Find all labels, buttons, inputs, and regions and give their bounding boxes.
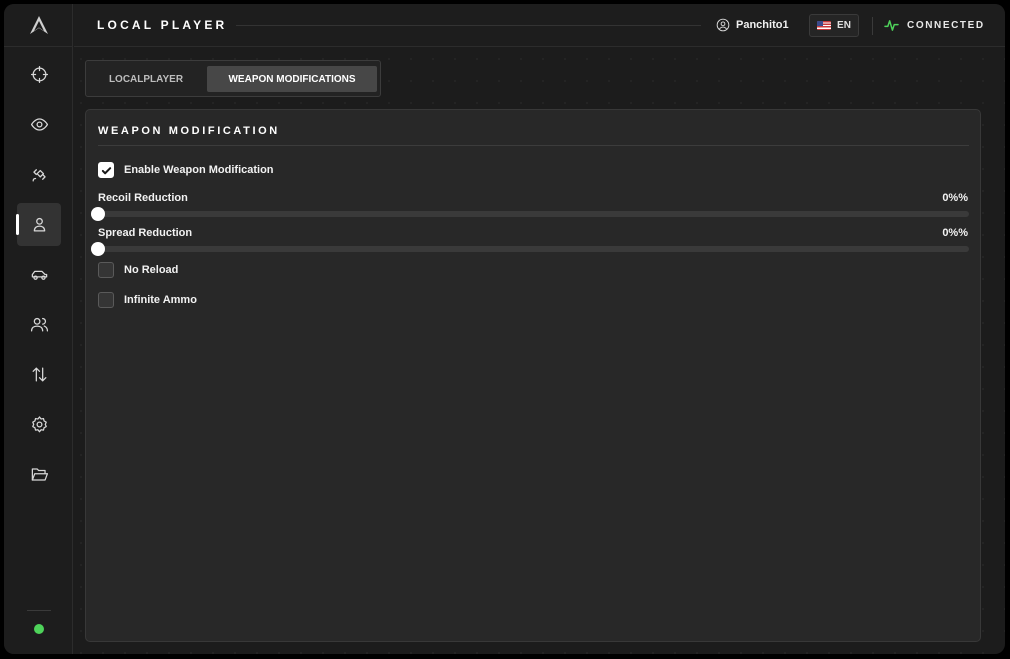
language-code: EN bbox=[837, 20, 851, 31]
sidebar bbox=[4, 4, 73, 654]
sidebar-divider bbox=[27, 610, 51, 611]
check-icon bbox=[101, 166, 111, 174]
username: Panchito1 bbox=[736, 19, 789, 31]
user-icon bbox=[33, 217, 45, 232]
activity-icon bbox=[884, 20, 899, 31]
app-logo bbox=[4, 4, 73, 47]
page-title: LOCAL PLAYER bbox=[97, 18, 228, 32]
infinite-ammo-checkbox[interactable]: Infinite Ammo bbox=[98, 292, 197, 308]
panel-title: WEAPON MODIFICATION bbox=[98, 125, 280, 137]
sidebar-item-transfer[interactable] bbox=[17, 353, 61, 396]
arrows-up-down-icon bbox=[32, 367, 46, 382]
spread-reduction-label: Spread Reduction bbox=[98, 227, 193, 239]
users-icon bbox=[30, 317, 48, 332]
language-selector[interactable]: EN bbox=[809, 14, 859, 37]
slider-thumb[interactable] bbox=[91, 242, 105, 256]
slider-thumb[interactable] bbox=[91, 207, 105, 221]
checkbox-label: Infinite Ammo bbox=[124, 294, 197, 306]
recoil-reduction-value: 0%% bbox=[942, 192, 968, 204]
connection-status-dot bbox=[34, 624, 44, 634]
weapon-modification-panel: WEAPON MODIFICATION Enable Weapon Modifi… bbox=[85, 109, 981, 642]
checkbox-box[interactable] bbox=[98, 292, 114, 308]
checkbox-label: Enable Weapon Modification bbox=[124, 164, 274, 176]
sidebar-item-settings[interactable] bbox=[17, 403, 61, 446]
folder-open-icon bbox=[31, 468, 48, 481]
connection-status: CONNECTED bbox=[884, 19, 985, 32]
satellite-icon bbox=[32, 169, 46, 182]
enable-weapon-mod-checkbox[interactable]: Enable Weapon Modification bbox=[98, 162, 274, 178]
tab-localplayer[interactable]: LOCALPLAYER bbox=[90, 66, 202, 92]
no-reload-checkbox[interactable]: No Reload bbox=[98, 262, 178, 278]
sidebar-item-players[interactable] bbox=[17, 303, 61, 346]
sidebar-item-configs[interactable] bbox=[17, 453, 61, 496]
spread-reduction-slider[interactable] bbox=[91, 242, 969, 256]
logo-icon bbox=[29, 16, 48, 34]
recoil-reduction-label: Recoil Reduction bbox=[98, 192, 188, 204]
title-divider bbox=[236, 25, 701, 26]
sidebar-item-satellite[interactable] bbox=[17, 153, 61, 196]
app-window: LOCAL PLAYER Panchito1 EN CONNECTED LOCA… bbox=[4, 4, 1005, 654]
car-icon bbox=[31, 270, 47, 280]
sidebar-item-local-player[interactable] bbox=[16, 203, 61, 246]
us-flag-icon bbox=[817, 21, 832, 30]
tab-bar: LOCALPLAYER WEAPON MODIFICATIONS bbox=[85, 60, 381, 97]
crosshair-icon bbox=[30, 65, 48, 84]
sidebar-item-vehicles[interactable] bbox=[17, 253, 61, 296]
user-profile[interactable]: Panchito1 bbox=[716, 18, 789, 32]
panel-divider bbox=[98, 145, 969, 146]
header: LOCAL PLAYER Panchito1 EN CONNECTED bbox=[74, 4, 1005, 47]
header-separator bbox=[872, 17, 873, 35]
eye-icon bbox=[30, 118, 48, 131]
tab-weapon-modifications[interactable]: WEAPON MODIFICATIONS bbox=[207, 66, 377, 92]
spread-reduction-value: 0%% bbox=[942, 227, 968, 239]
checkbox-box[interactable] bbox=[98, 262, 114, 278]
recoil-reduction-slider[interactable] bbox=[91, 207, 969, 221]
checkbox-label: No Reload bbox=[124, 264, 179, 276]
user-circle-icon bbox=[716, 18, 730, 32]
checkbox-box[interactable] bbox=[98, 162, 114, 178]
gear-icon bbox=[31, 416, 47, 433]
sidebar-item-visuals[interactable] bbox=[17, 103, 61, 146]
sidebar-item-aimbot[interactable] bbox=[17, 53, 61, 96]
connection-status-text: CONNECTED bbox=[907, 20, 985, 31]
